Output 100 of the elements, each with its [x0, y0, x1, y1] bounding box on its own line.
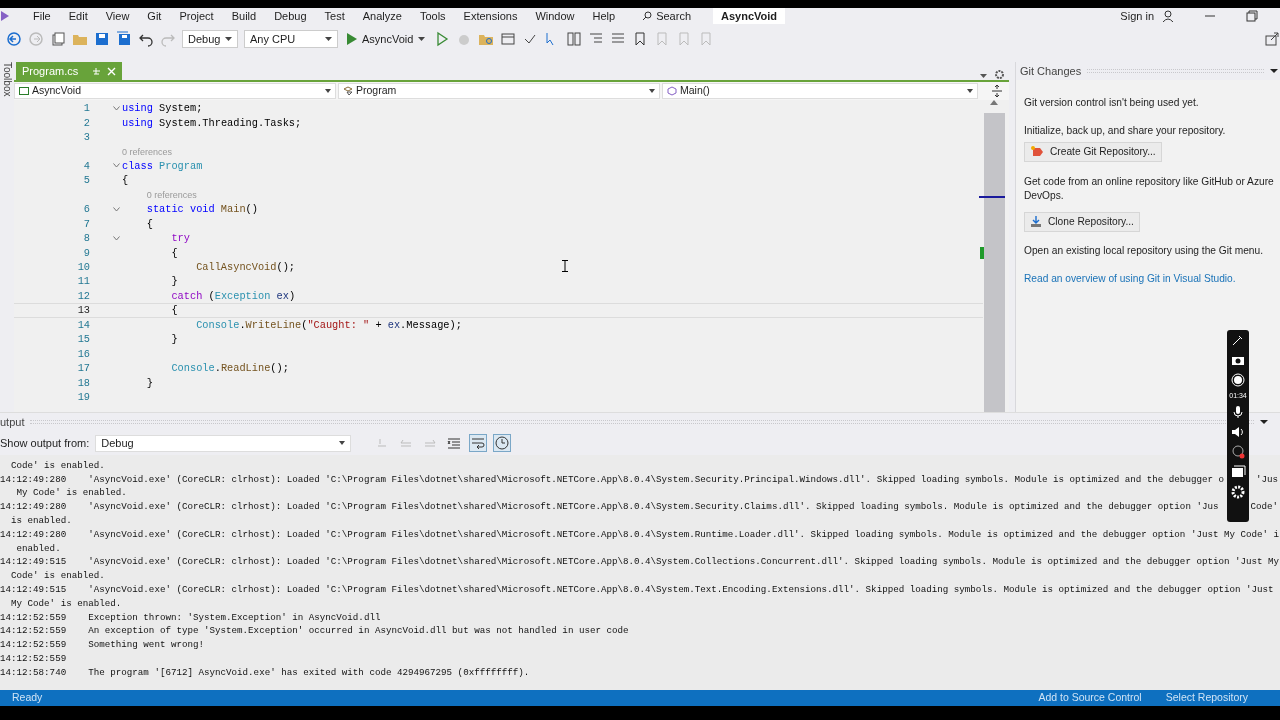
line-number: 5 [83, 174, 90, 187]
line-number: 18 [77, 376, 90, 389]
info-text: Open an existing local repository using the Git menu. [1024, 244, 1263, 257]
menu-item[interactable]: Window [526, 8, 584, 24]
window-icon[interactable] [1230, 464, 1246, 480]
line-number: 14 [77, 318, 90, 331]
word-wrap-icon[interactable] [469, 434, 488, 452]
dropdown-icon[interactable] [1260, 419, 1268, 425]
menu-item[interactable]: Tools [410, 8, 455, 24]
line-number: 11 [77, 275, 90, 288]
create-repository-button[interactable]: Create Git Repository... [1024, 142, 1162, 162]
collapse-icon[interactable] [113, 105, 120, 111]
columns-icon[interactable] [566, 31, 583, 47]
restore-icon[interactable] [1246, 10, 1258, 22]
record-icon[interactable] [1230, 372, 1246, 388]
menu-item[interactable]: Git [138, 8, 171, 24]
toolbox-tab[interactable]: Toolbox [1, 62, 13, 412]
webcam-icon[interactable] [1230, 444, 1246, 460]
split-icon[interactable] [991, 85, 1003, 97]
output-line: 14:12:52:559 [0, 653, 67, 666]
collapse-icon[interactable] [113, 206, 120, 212]
method-icon [667, 86, 677, 96]
menu-item[interactable]: Debug [265, 8, 316, 24]
status-text: Ready [12, 690, 43, 706]
collapse-icon[interactable] [113, 235, 120, 241]
output-line: 14:12:52:559 An exception of type 'System.Exception' occurred in AsyncVoid.dll but was not handled in user code [0, 625, 629, 638]
menu-item[interactable]: File [24, 8, 60, 24]
output-source-dropdown[interactable]: Debug [95, 434, 352, 452]
output-line: Code' is enabled. [10, 459, 105, 472]
info-text: Get code from an online repository like GitHub or Azure DevOps. [1024, 175, 1275, 203]
logo-icon [0, 9, 10, 23]
back-icon[interactable] [6, 31, 22, 47]
line-number: 9 [83, 246, 90, 259]
text-cursor-icon [562, 260, 568, 272]
overview-link[interactable]: Read an overview of using Git in Visual Studio. [1024, 272, 1236, 285]
window-layout-icon[interactable] [500, 31, 517, 47]
play-icon [347, 33, 357, 45]
search-button[interactable]: Search [634, 7, 699, 25]
line-number: 15 [77, 333, 90, 346]
microphone-icon[interactable] [1230, 404, 1246, 420]
navigation-dropdown[interactable]: Main() [662, 83, 978, 99]
menu-item[interactable]: Help [583, 8, 625, 24]
menu-item[interactable]: View [96, 8, 139, 24]
line-number: 19 [77, 390, 90, 403]
menu-item[interactable]: Project [170, 8, 223, 24]
panel-title: utput [0, 414, 25, 430]
line-number: 12 [77, 289, 90, 302]
clone-repository-button[interactable]: Clone Repository... [1024, 212, 1140, 232]
line-number: 1 [83, 102, 90, 115]
pin-icon [92, 66, 102, 76]
navigation-dropdown[interactable]: Program [338, 83, 660, 99]
code-line: CallAsyncVoid(); [195, 261, 296, 274]
line-number: 16 [77, 347, 90, 360]
scrollbar-thumb[interactable] [983, 113, 1005, 412]
caret-icon [418, 37, 426, 41]
menu-item[interactable]: Analyze [353, 8, 411, 24]
window-title: AsyncVoid [713, 8, 786, 24]
settings-icon[interactable] [994, 69, 1005, 80]
start-button[interactable]: AsyncVoid [344, 30, 429, 48]
menu-item[interactable]: Test [315, 8, 354, 24]
change-marker [980, 247, 984, 259]
sign-in-link[interactable]: Sign in [1120, 8, 1154, 24]
panel-title: Git Changes [1020, 63, 1082, 79]
search-icon [642, 11, 653, 21]
menu-item[interactable]: Extensions [454, 8, 527, 24]
speaker-icon[interactable] [1230, 424, 1246, 440]
caret-icon [649, 89, 655, 93]
output-line: 14:12:49:280 'AsyncVoid.exe' (CoreCLR: clrhost): Loaded 'C:\Program Files\dotnet\shared\Microsoft.NETCore.App\8.0.4\System.Security.Principal.Windows.dll'. Skipped loading symbols. Module is optimized and the debugger o [0, 473, 1224, 486]
tag-icon [1030, 146, 1044, 158]
output-line: 14:12:49:280 'AsyncVoid.exe' (CoreCLR: clrhost): Loaded 'C:\Program Files\dotnet\shared\Microsoft.NETCore.App\8.0.4\System.Security.Claims.dll'. Skipped loading symbols. Module is optimized and the debugger option 'Jus [0, 501, 1219, 514]
dropdown-icon[interactable] [1270, 68, 1278, 74]
configuration-dropdown[interactable]: Debug [182, 30, 238, 48]
navigation-dropdown[interactable]: AsyncVoid [14, 83, 336, 99]
caret-icon [967, 89, 973, 93]
save-icon[interactable] [94, 31, 110, 47]
share-icon[interactable] [1264, 31, 1280, 47]
output-line: My Code' is enabled. [10, 597, 122, 610]
repository-button[interactable]: Select Repository [1165, 690, 1248, 706]
code-line: { [122, 174, 129, 187]
source-control-button[interactable]: Add to Source Control [1038, 690, 1142, 706]
line-number: 13 [77, 304, 90, 317]
output-line: Code' is enabled. [10, 570, 105, 583]
line-number: 3 [83, 131, 90, 144]
code-line: { [145, 217, 153, 230]
new-item-icon[interactable] [50, 31, 66, 47]
output-line: 14:12:58:740 The program '[6712] AsyncVoid.exe' has exited with code 4294967295 (0xffffffff). [0, 666, 530, 679]
code-line: } [170, 333, 178, 346]
platform-dropdown[interactable]: Any CPU [244, 30, 338, 48]
class-icon [343, 86, 353, 96]
timestamp-icon[interactable] [493, 434, 512, 452]
menu-item[interactable]: Build [222, 8, 266, 24]
project-icon [19, 86, 29, 96]
line-number: 6 [83, 203, 90, 216]
collapse-icon[interactable] [113, 163, 120, 169]
code-line: } [170, 275, 178, 288]
close-icon [107, 66, 117, 76]
menu-item[interactable]: Edit [59, 8, 97, 24]
line-number: 2 [83, 116, 90, 129]
save-all-icon[interactable] [116, 31, 132, 47]
account-icon[interactable] [1162, 10, 1174, 22]
